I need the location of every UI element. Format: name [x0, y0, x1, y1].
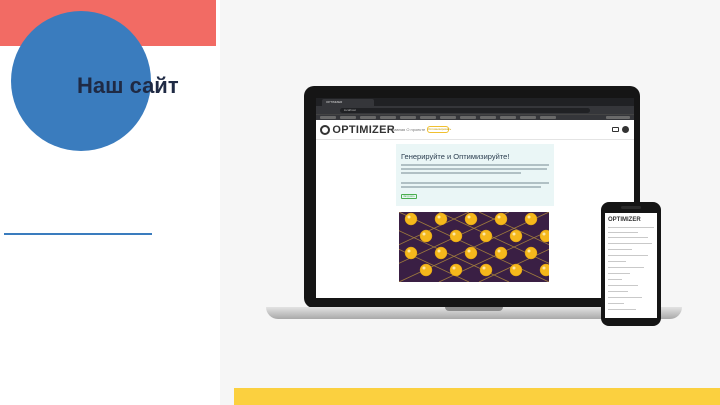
laptop-notch [445, 307, 503, 311]
browser-tabbar: OPTIMIZER [316, 98, 634, 106]
phone-text-line [608, 227, 654, 228]
bookmark-item[interactable] [460, 116, 476, 119]
bookmark-item[interactable] [540, 116, 556, 119]
phone-text-line [608, 309, 636, 310]
bookmark-item[interactable] [320, 116, 336, 119]
phone-text-line [608, 255, 648, 256]
phone-notch [621, 206, 641, 209]
bookmark-item[interactable] [480, 116, 496, 119]
title-divider [4, 233, 152, 235]
hero-text-line [401, 186, 541, 188]
phone-text-line [608, 232, 638, 233]
phone-text-line [608, 279, 622, 280]
phone-text-line [608, 291, 628, 292]
site-logo-label: OPTIMIZER [332, 124, 395, 136]
phone-text-line [608, 267, 644, 268]
phone-text-line [608, 297, 642, 298]
hero-text-line [401, 172, 521, 174]
pattern-svg [399, 212, 549, 282]
browser-tab[interactable]: OPTIMIZER [322, 99, 374, 106]
bookmark-item[interactable] [400, 116, 416, 119]
site-logo[interactable]: OPTIMIZER [329, 124, 395, 136]
phone-screen: OPTIMIZER [605, 213, 657, 318]
phone-text-line [608, 237, 648, 238]
phone-text-line [608, 303, 624, 304]
bookmark-item[interactable] [606, 116, 630, 119]
upload-button[interactable]: Загрузить [401, 194, 417, 199]
bookmark-item[interactable] [440, 116, 456, 119]
bookmark-item[interactable] [500, 116, 516, 119]
hero-title: Генерируйте и Оптимизируйте! [401, 152, 510, 161]
hero-text-line [401, 182, 549, 184]
slide: Наш сайт OPTIMIZER localhost OPTIMIZER Г… [0, 0, 720, 405]
optimize-nav-button[interactable]: Оптимизировать [427, 126, 451, 133]
yellow-accent-bar [234, 388, 720, 405]
bookmark-item[interactable] [360, 116, 376, 119]
bookmark-item[interactable] [420, 116, 436, 119]
address-bar[interactable]: localhost [340, 108, 590, 113]
hero-text-line [401, 164, 549, 166]
phone-text-line [608, 273, 630, 274]
phone-site-logo[interactable]: OPTIMIZER [608, 217, 641, 223]
chat-icon[interactable] [612, 127, 619, 132]
bookmark-item[interactable] [380, 116, 396, 119]
github-icon[interactable] [622, 126, 629, 133]
phone-text-line [608, 249, 632, 250]
hero-text-line [401, 168, 547, 170]
slide-title: Наш сайт [77, 73, 179, 98]
site-nav-links[interactable]: Главная О проекте [390, 127, 425, 132]
phone-text-line [608, 261, 626, 262]
phone-text-line [608, 285, 638, 286]
laptop-screen: OPTIMIZER localhost OPTIMIZER Главная О … [316, 98, 634, 298]
bookmark-item[interactable] [340, 116, 356, 119]
phone-text-line [608, 243, 652, 244]
generated-pattern-image [399, 212, 549, 282]
bookmark-item[interactable] [520, 116, 536, 119]
